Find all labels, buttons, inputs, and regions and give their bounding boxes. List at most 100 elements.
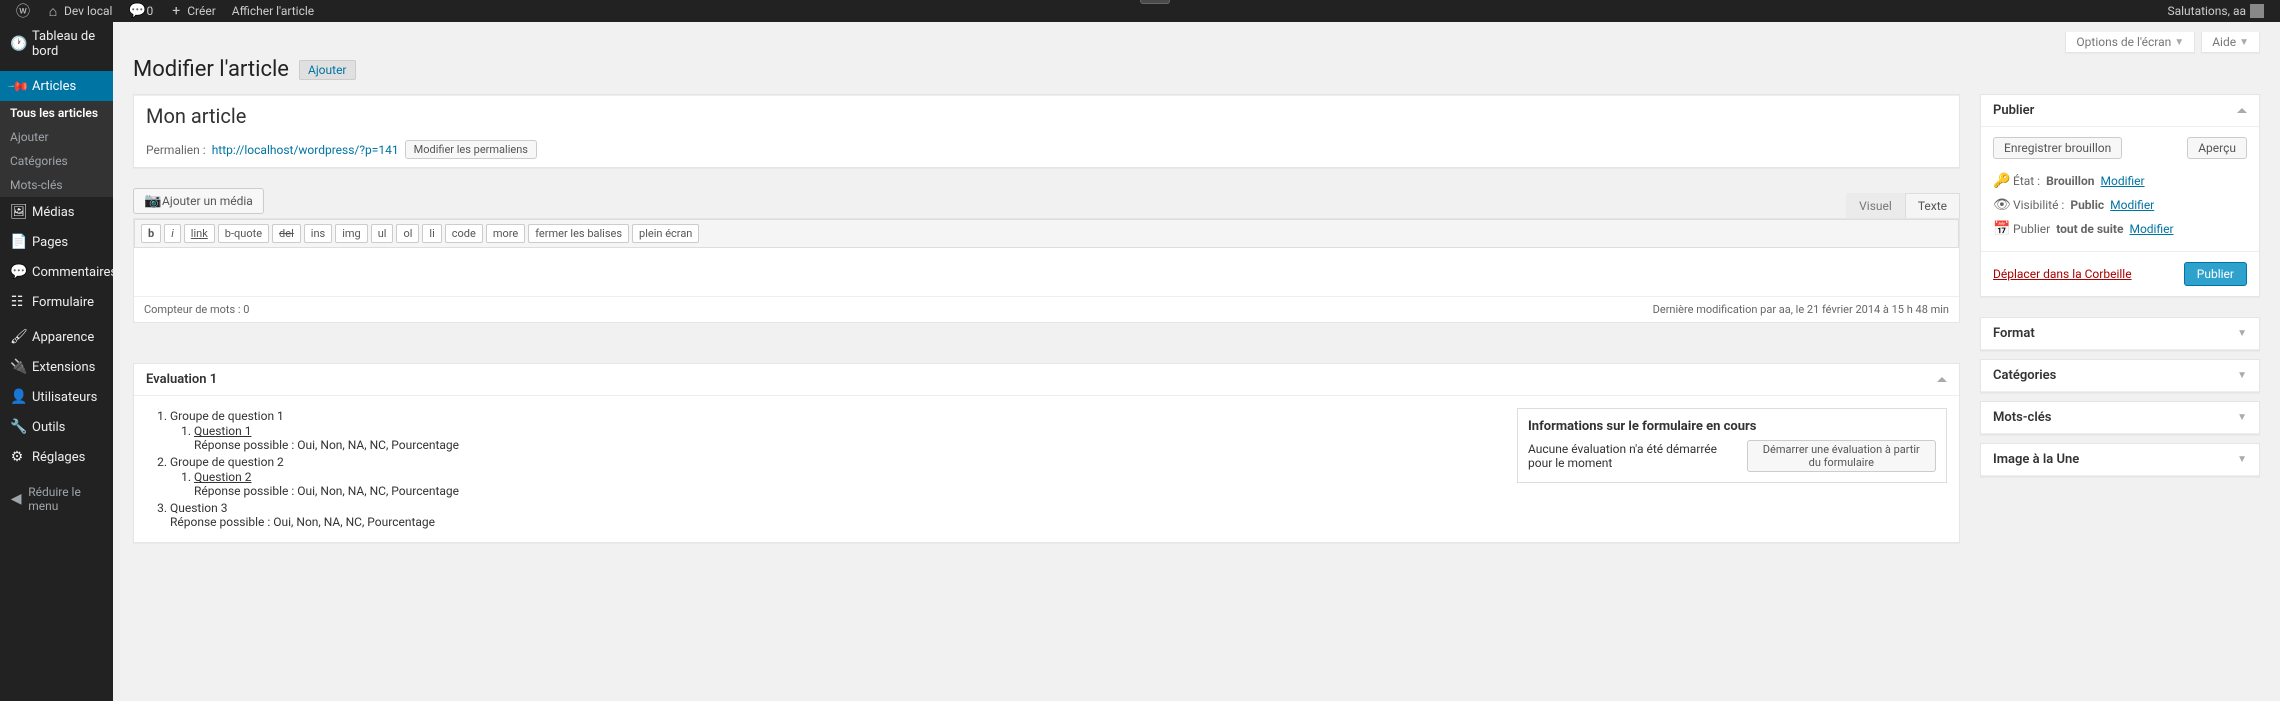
title-box: Permalien : http://localhost/wordpress/?… bbox=[133, 94, 1960, 168]
sidebar-label-media: Médias bbox=[32, 205, 75, 220]
camera-icon: 📷 bbox=[144, 193, 158, 209]
sidebar-item-settings[interactable]: ⚙Réglages bbox=[0, 442, 113, 472]
sidebar-label-extensions: Extensions bbox=[32, 360, 95, 375]
answers-label: Réponse possible : Oui, Non, NA, NC, Pou… bbox=[194, 438, 459, 452]
sidebar-item-form[interactable]: ☷ Formulaire bbox=[0, 287, 113, 317]
editor-toolbar-button[interactable]: img bbox=[335, 224, 368, 243]
screen-options-tab[interactable]: Options de l'écran▼ bbox=[2065, 32, 2195, 53]
brush-icon: 🖌 bbox=[10, 329, 24, 345]
sidebar-item-media[interactable]: 🖼 Médias bbox=[0, 197, 113, 227]
main-content: Options de l'écran▼ Aide▼ Modifier l'art… bbox=[113, 22, 2280, 701]
editor-toolbar-button[interactable]: ol bbox=[396, 224, 419, 243]
editor-body[interactable] bbox=[134, 248, 1959, 296]
collapse-menu[interactable]: ◀Réduire le menu bbox=[0, 477, 113, 521]
sidebar-item-appearance[interactable]: 🖌 Apparence bbox=[0, 322, 113, 352]
plug-icon: 🔌 bbox=[10, 359, 24, 375]
modify-visibility-link[interactable]: Modifier bbox=[2110, 198, 2154, 212]
sidebar-item-tools[interactable]: 🔧Outils bbox=[0, 412, 113, 442]
post-title-input[interactable] bbox=[134, 95, 1959, 136]
sidebar-label-appearance: Apparence bbox=[32, 330, 94, 345]
sidebar-item-articles[interactable]: 📌Articles bbox=[0, 71, 113, 101]
editor-toolbar-button[interactable]: i bbox=[164, 224, 181, 243]
toggle-icon[interactable] bbox=[2237, 108, 2247, 113]
editor-toolbar-button[interactable]: b-quote bbox=[218, 224, 269, 243]
editor-toolbar-button[interactable]: ins bbox=[304, 224, 332, 243]
sidebar-label-tools: Outils bbox=[32, 420, 65, 435]
calendar-icon: 📅 bbox=[1993, 221, 2007, 237]
help-tab[interactable]: Aide▼ bbox=[2201, 32, 2260, 53]
sidebar-item-pages[interactable]: 📄Pages bbox=[0, 227, 113, 257]
site-name: Dev local bbox=[64, 4, 112, 18]
add-new-button[interactable]: Ajouter bbox=[299, 60, 356, 80]
tags-title: Mots-clés bbox=[1993, 410, 2051, 425]
question-link[interactable]: Question 1 bbox=[194, 424, 251, 438]
sidebar-label-pages: Pages bbox=[32, 235, 68, 250]
greeting[interactable]: Salutations, aa bbox=[2161, 0, 2270, 22]
editor-toolbar-button[interactable]: plein écran bbox=[632, 224, 699, 243]
media-icon: 🖼 bbox=[10, 204, 24, 220]
sidebar-sub-add[interactable]: Ajouter bbox=[0, 125, 113, 149]
sidebar-sub-all[interactable]: Tous les articles bbox=[0, 101, 113, 125]
editor-toolbar-button[interactable]: link bbox=[184, 224, 215, 243]
permalink-url[interactable]: http://localhost/wordpress/?p=141 bbox=[212, 143, 399, 157]
chevron-down-icon[interactable]: ▼ bbox=[2237, 328, 2247, 339]
create-label: Créer bbox=[187, 4, 216, 18]
chevron-down-icon[interactable]: ▼ bbox=[2237, 370, 2247, 381]
site-link[interactable]: ⌂Dev local bbox=[40, 0, 118, 22]
create-link[interactable]: +Créer bbox=[163, 0, 222, 22]
sidebar-item-users[interactable]: 👤Utilisateurs bbox=[0, 382, 113, 412]
wp-logo[interactable]: ⓦ bbox=[10, 0, 36, 22]
editor-toolbar-button[interactable]: more bbox=[486, 224, 525, 243]
editor-toolbar-button[interactable]: li bbox=[422, 224, 441, 243]
list-item: Question 1 Réponse possible : Oui, Non, … bbox=[194, 423, 1497, 453]
editor-toolbar-button[interactable]: b bbox=[141, 224, 161, 243]
modify-status-link[interactable]: Modifier bbox=[2101, 174, 2145, 188]
editor-toolbar-button[interactable]: del bbox=[272, 224, 301, 243]
sidebar-sub-tags[interactable]: Mots-clés bbox=[0, 173, 113, 197]
editor-toolbar-button[interactable]: fermer les balises bbox=[528, 224, 629, 243]
add-media-button[interactable]: 📷 Ajouter un média bbox=[133, 188, 264, 214]
sidebar-label-users: Utilisateurs bbox=[32, 390, 97, 405]
question-link[interactable]: Question 2 bbox=[194, 470, 251, 484]
add-media-label: Ajouter un média bbox=[162, 194, 253, 208]
sidebar-label-form: Formulaire bbox=[32, 295, 94, 310]
info-text: Aucune évaluation n'a été démarrée pour … bbox=[1528, 442, 1739, 470]
eye-icon: 👁 bbox=[1993, 197, 2007, 213]
edit-permalinks-button[interactable]: Modifier les permaliens bbox=[405, 140, 537, 159]
wordpress-icon: ⓦ bbox=[16, 1, 30, 21]
editor-tab-visual[interactable]: Visuel bbox=[1846, 193, 1905, 218]
form-icon: ☷ bbox=[10, 294, 24, 310]
editor-toolbar-button[interactable]: ul bbox=[371, 224, 394, 243]
modify-schedule-link[interactable]: Modifier bbox=[2129, 222, 2173, 236]
comments-link[interactable]: 💬0 bbox=[122, 0, 159, 22]
sidebar-sub-categories[interactable]: Catégories bbox=[0, 149, 113, 173]
chevron-down-icon[interactable]: ▼ bbox=[2237, 412, 2247, 423]
visibility-label: Visibilité : bbox=[2013, 198, 2064, 212]
schedule-label: Publier bbox=[2013, 222, 2050, 236]
comments-count: 0 bbox=[146, 4, 153, 18]
chevron-down-icon[interactable]: ▼ bbox=[2237, 454, 2247, 465]
editor-toolbar-button[interactable]: code bbox=[445, 224, 483, 243]
publish-button[interactable]: Publier bbox=[2184, 262, 2247, 286]
sidebar-item-dashboard[interactable]: 🕐Tableau de bord bbox=[0, 22, 113, 66]
sidebar-item-extensions[interactable]: 🔌 Extensions bbox=[0, 352, 113, 382]
show-article-link[interactable]: Afficher l'article bbox=[226, 0, 320, 22]
group-label: Question 3 bbox=[170, 501, 227, 515]
chevron-down-icon: ▼ bbox=[2174, 37, 2184, 48]
sidebar-label-settings: Réglages bbox=[32, 450, 85, 465]
save-draft-button[interactable]: Enregistrer brouillon bbox=[1993, 137, 2122, 159]
status-value: Brouillon bbox=[2046, 174, 2094, 188]
editor-box: bilinkb-quotedelinsimgulollicodemoreferm… bbox=[133, 218, 1960, 323]
user-avatar bbox=[2250, 4, 2264, 18]
sidebar-label-dashboard: Tableau de bord bbox=[32, 29, 103, 59]
sidebar-item-comments[interactable]: 💬Commentaires bbox=[0, 257, 113, 287]
editor-tab-text[interactable]: Texte bbox=[1905, 193, 1960, 218]
preview-button[interactable]: Aperçu bbox=[2187, 137, 2247, 159]
toggle-icon[interactable] bbox=[1937, 377, 1947, 382]
publish-box: Publier Enregistrer brouillon Aperçu 🔑 É… bbox=[1980, 94, 2260, 297]
sidebar-submenu-articles: Tous les articles Ajouter Catégories Mot… bbox=[0, 101, 113, 197]
answers-label: Réponse possible : Oui, Non, NA, NC, Pou… bbox=[194, 484, 459, 498]
trash-link[interactable]: Déplacer dans la Corbeille bbox=[1993, 267, 2132, 281]
start-evaluation-button[interactable]: Démarrer une évaluation à partir du form… bbox=[1747, 440, 1936, 472]
categories-title: Catégories bbox=[1993, 368, 2056, 383]
